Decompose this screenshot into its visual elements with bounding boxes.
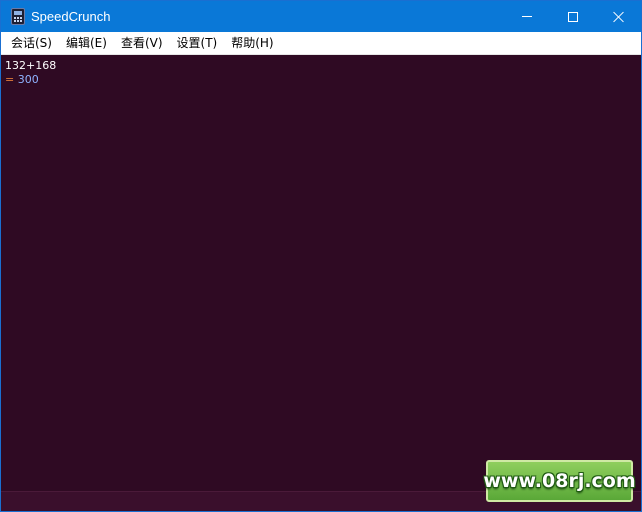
window-title: SpeedCrunch [31,9,111,24]
menu-edit[interactable]: 编辑(E) [59,32,114,55]
minimize-button[interactable] [504,1,550,32]
history-result[interactable]: = 300 [5,73,39,86]
menu-view[interactable]: 查看(V) [114,32,170,55]
calculator-icon [11,8,25,25]
close-icon [613,11,625,23]
history-expression[interactable]: 132+168 [5,59,56,72]
minimize-icon [522,16,532,17]
menu-bar: 会话(S) 编辑(E) 查看(V) 设置(T) 帮助(H) [1,32,641,55]
watermark-logo: www.08rj.com [483,460,636,502]
menu-session[interactable]: 会话(S) [4,32,59,55]
menu-settings[interactable]: 设置(T) [170,32,225,55]
menu-help[interactable]: 帮助(H) [224,32,280,55]
result-display[interactable]: 132+168 = 300 [1,55,641,491]
title-bar[interactable]: SpeedCrunch [1,1,641,32]
app-window: SpeedCrunch 会话(S) 编辑(E) 查看(V) 设置(T) 帮助(H… [0,0,642,512]
watermark-text: www.08rj.com [483,470,636,492]
result-value: 300 [17,73,39,86]
maximize-button[interactable] [550,1,596,32]
maximize-icon [568,11,578,22]
result-equals-sign: = [5,73,15,86]
close-button[interactable] [596,1,641,32]
